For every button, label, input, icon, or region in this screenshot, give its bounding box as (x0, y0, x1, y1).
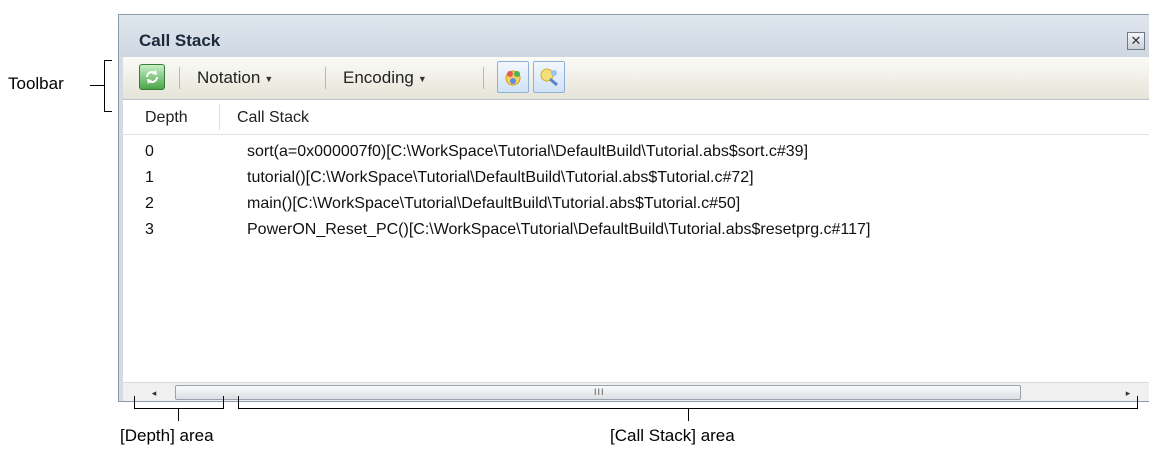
call-stack-cell: tutorial()[C:\WorkSpace\Tutorial\Default… (247, 169, 754, 186)
chevron-down-icon: ▼ (417, 73, 427, 84)
scroll-right-icon[interactable]: ▸ (1121, 386, 1135, 400)
table-row[interactable]: 1 tutorial()[C:\WorkSpace\Tutorial\Defau… (123, 166, 1149, 192)
call-stack-cell: sort(a=0x000007f0)[C:\WorkSpace\Tutorial… (247, 143, 809, 160)
depth-cell: 3 (145, 221, 154, 238)
refresh-icon[interactable] (139, 64, 165, 90)
table-row[interactable]: 0 sort(a=0x000007f0)[C:\WorkSpace\Tutori… (123, 140, 1149, 166)
close-icon[interactable]: ✕ (1127, 32, 1145, 50)
notation-label: Notation (197, 68, 261, 87)
toolbar: Notation ▼ Encoding ▼ (123, 57, 1149, 100)
horizontal-scrollbar[interactable]: ◂ III ▸ (123, 382, 1149, 401)
scrollbar-thumb[interactable]: III (175, 385, 1021, 400)
depth-bracket-right (223, 396, 224, 409)
toolbar-separator (483, 67, 484, 89)
table-row[interactable]: 3 PowerON_Reset_PC()[C:\WorkSpace\Tutori… (123, 218, 1149, 244)
scrollbar-grip: III (594, 387, 605, 397)
notation-menu[interactable]: Notation ▼ (197, 68, 273, 88)
callstack-bracket-left (238, 396, 239, 409)
depth-cell: 2 (145, 195, 154, 212)
callstack-bracket-right (1137, 396, 1138, 409)
depth-column-header[interactable]: Depth (145, 109, 188, 127)
toolbar-bracket-top (104, 60, 112, 61)
column-divider[interactable] (219, 104, 220, 130)
depth-area-annotation: [Depth] area (120, 426, 214, 445)
depth-cell: 0 (145, 143, 154, 160)
callstack-area-annotation: [Call Stack] area (610, 426, 735, 445)
depth-leader-line (178, 409, 179, 421)
jump-to-disassemble-icon[interactable] (533, 61, 565, 93)
toolbar-separator (325, 67, 326, 89)
jump-to-source-icon[interactable] (497, 61, 529, 93)
depth-cell: 1 (145, 169, 154, 186)
panel-titlebar: Call Stack ✕ (119, 15, 1149, 57)
toolbar-bracket-vertical (104, 60, 105, 112)
scroll-left-icon[interactable]: ◂ (147, 386, 161, 400)
encoding-label: Encoding (343, 68, 414, 87)
depth-bracket-left (134, 396, 135, 409)
table-row[interactable]: 2 main()[C:\WorkSpace\Tutorial\DefaultBu… (123, 192, 1149, 218)
table-header: Depth Call Stack (123, 100, 1149, 135)
call-stack-panel: Call Stack ✕ Notation ▼ Encoding ▼ Depth… (118, 14, 1149, 402)
toolbar-annotation: Toolbar (8, 74, 64, 93)
callstack-leader-line (688, 409, 689, 421)
toolbar-leader-line (90, 85, 104, 86)
toolbar-bracket-bottom (104, 111, 112, 112)
call-stack-cell: main()[C:\WorkSpace\Tutorial\DefaultBuil… (247, 195, 741, 212)
call-stack-cell: PowerON_Reset_PC()[C:\WorkSpace\Tutorial… (247, 221, 871, 238)
call-stack-list: Depth Call Stack 0 sort(a=0x000007f0)[C:… (123, 100, 1149, 382)
panel-title: Call Stack (139, 31, 221, 50)
toolbar-separator (179, 67, 180, 89)
call-stack-column-header[interactable]: Call Stack (237, 109, 309, 127)
chevron-down-icon: ▼ (264, 73, 274, 84)
encoding-menu[interactable]: Encoding ▼ (343, 68, 427, 88)
